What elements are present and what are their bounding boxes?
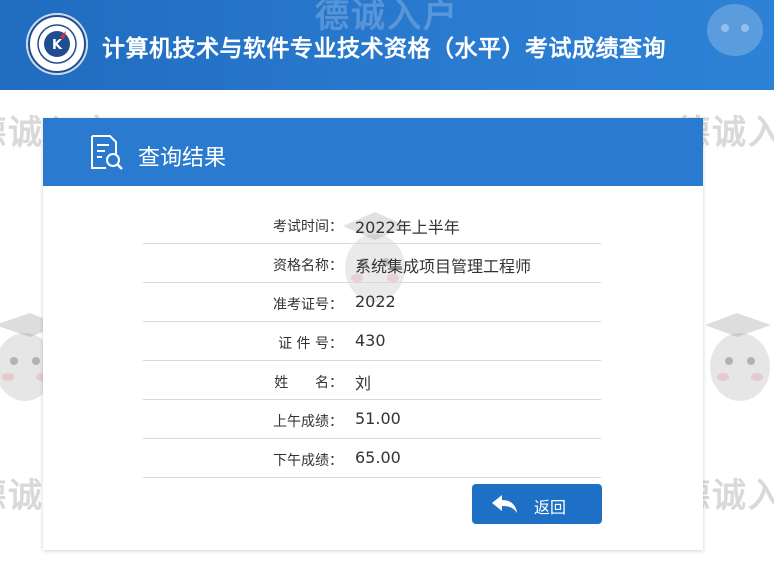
row-label: 资格名称： [273, 258, 343, 274]
row-value: 刘 [355, 374, 372, 393]
row-value: 430 [355, 331, 386, 350]
result-card: 查询结果 考试时间： 2022年上半年 资格名称： 系统集成项目管理工程师 准考… [43, 118, 703, 550]
back-button-label: 返回 [534, 498, 567, 517]
row-value: 65.00 [355, 448, 401, 467]
card-header: 查询结果 [43, 118, 703, 186]
exam-logo-icon: K [26, 13, 88, 75]
result-row-name: 姓 名： 刘 [143, 362, 601, 400]
result-row-exam-time: 考试时间： 2022年上半年 [143, 206, 601, 244]
back-button[interactable]: 返回 [472, 484, 602, 524]
row-value: 2022年上半年 [355, 218, 460, 237]
back-arrow-icon [492, 495, 517, 513]
result-row-admission-number: 准考证号： 2022 [143, 284, 601, 322]
row-label: 姓 名： [274, 375, 343, 391]
mascot-icon [707, 4, 763, 56]
result-row-afternoon-score: 下午成绩： 65.00 [143, 440, 601, 478]
result-row-id-number: 证 件 号： 430 [143, 323, 601, 361]
document-search-icon [91, 135, 123, 170]
page-header: K 计算机技术与软件专业技术资格（水平）考试成绩查询 德诚入户 [0, 0, 774, 90]
row-label: 考试时间： [273, 219, 343, 235]
result-row-morning-score: 上午成绩： 51.00 [143, 401, 601, 439]
svg-text:K: K [52, 38, 63, 53]
row-value: 51.00 [355, 409, 401, 428]
page-title: 计算机技术与软件专业技术资格（水平）考试成绩查询 [102, 36, 666, 62]
row-label: 准考证号： [273, 297, 343, 313]
row-label: 下午成绩： [273, 453, 343, 469]
card-title: 查询结果 [138, 146, 227, 171]
row-label: 上午成绩： [273, 414, 343, 430]
result-row-qualification: 资格名称： 系统集成项目管理工程师 [143, 245, 601, 283]
row-value: 系统集成项目管理工程师 [355, 257, 532, 276]
row-label: 证 件 号： [278, 336, 343, 352]
result-list: 考试时间： 2022年上半年 资格名称： 系统集成项目管理工程师 准考证号： 2… [143, 206, 601, 479]
row-value: 2022 [355, 292, 396, 311]
mascot-icon [705, 313, 771, 401]
